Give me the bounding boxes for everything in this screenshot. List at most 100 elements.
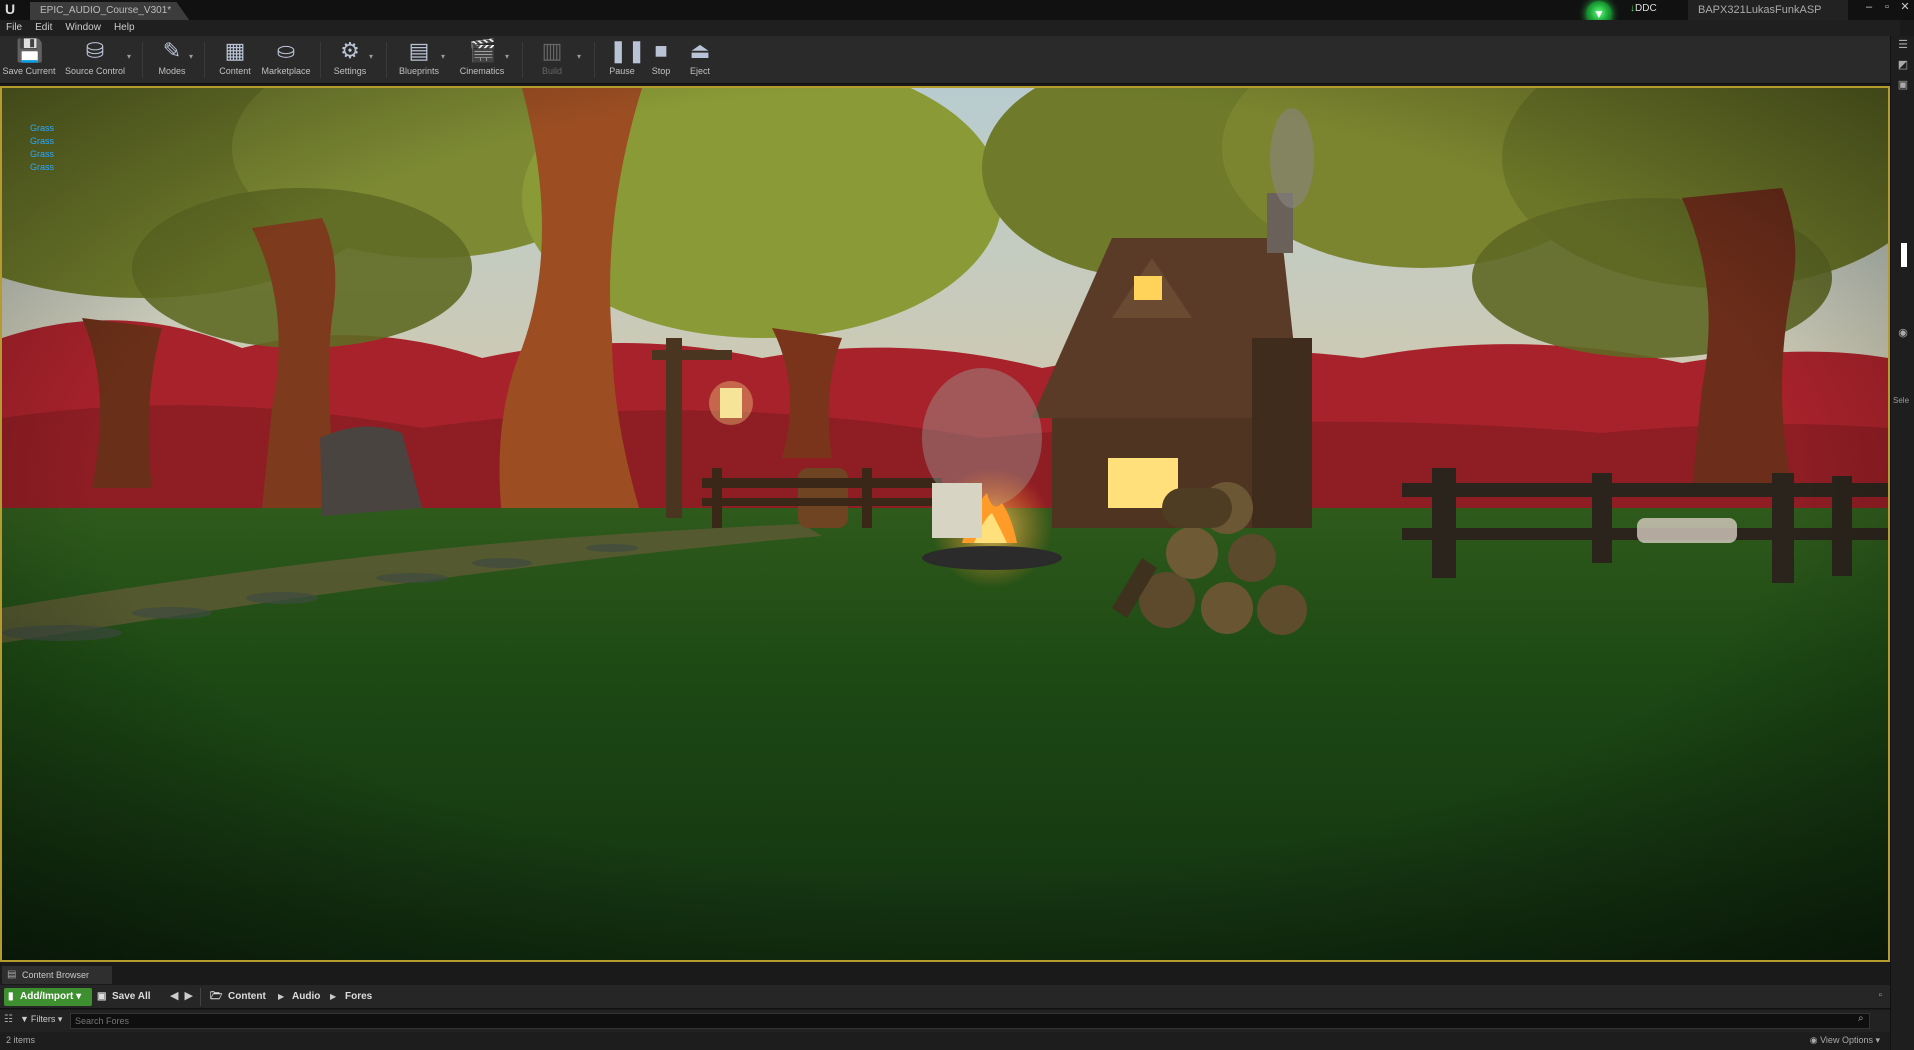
toolbar-separator: [204, 42, 205, 78]
history-nav: ◀▶: [170, 989, 199, 1002]
toolbar-label: Settings: [333, 66, 367, 76]
unreal-logo-icon: U: [4, 1, 16, 17]
content-browser-icon: ▤: [7, 969, 17, 980]
toolbar-separator: [386, 42, 387, 78]
toolbar-separator: [142, 42, 143, 78]
menu-help[interactable]: Help: [108, 20, 142, 36]
settings-icon: ⚙: [340, 38, 360, 63]
level-viewport[interactable]: Grass Grass Grass Grass: [0, 86, 1890, 962]
toolbar-label: Pause: [609, 66, 635, 76]
build-button[interactable]: ▥ Build: [530, 38, 574, 82]
add-import-label: Add/Import: [20, 991, 74, 1002]
breadcrumb-content[interactable]: Content: [228, 988, 266, 1006]
pause-icon: ❚❚: [609, 38, 646, 63]
stop-button[interactable]: ■ Stop: [644, 38, 678, 82]
forward-arrow-icon[interactable]: ▶: [184, 990, 198, 1002]
settings-dropdown-icon[interactable]: ▾: [369, 52, 373, 61]
toolbar-label: Eject: [689, 66, 710, 76]
source-control-dropdown-icon[interactable]: ▾: [127, 52, 131, 61]
cinematics-button[interactable]: 🎬 Cinematics: [456, 38, 508, 82]
blueprints-dropdown-icon[interactable]: ▾: [441, 52, 445, 61]
modes-dropdown-icon[interactable]: ▾: [189, 52, 193, 61]
search-input[interactable]: [70, 1013, 1870, 1029]
stat-line: Grass: [30, 136, 55, 146]
breadcrumb-separator-icon[interactable]: ▶: [278, 988, 284, 1006]
marketplace-button[interactable]: ⛀ Marketplace: [258, 38, 314, 82]
cinematics-dropdown-icon[interactable]: ▾: [505, 52, 509, 61]
view-options-label: View Options: [1820, 1035, 1873, 1045]
content-browser-filterbar: ☷ ▼Filters ▾ ⌕: [0, 1010, 1890, 1032]
eject-icon: ⏏: [689, 38, 711, 63]
filters-button[interactable]: ▼ Filters ▾: [20, 1014, 62, 1025]
toolbar-separator: [522, 42, 523, 78]
breadcrumb-audio[interactable]: Audio: [292, 988, 320, 1006]
window-controls: – ▫ ✕: [1860, 0, 1914, 18]
search-icon[interactable]: ⌕: [1858, 1013, 1864, 1024]
unreal-editor-window: U EPIC_AUDIO_Course_V301* ▼ ↓DDC BAPX321…: [0, 0, 1914, 1050]
project-name: BAPX321LukasFunkASP: [1688, 0, 1848, 20]
viewport-stat-overlay: Grass Grass Grass Grass: [30, 122, 54, 174]
list-icon[interactable]: ☰: [1895, 38, 1911, 52]
toolbar-separator: [594, 42, 595, 78]
eye-icon[interactable]: ◉: [1895, 326, 1911, 340]
marketplace-icon: ⛀: [276, 38, 296, 63]
stat-line: Grass: [30, 149, 55, 159]
toolbar-label: Save Current: [2, 66, 56, 76]
vignette: [2, 88, 1888, 960]
filter-icon: ▼: [20, 1014, 29, 1024]
blueprints-icon: ▤: [408, 38, 430, 63]
items-count: 2 items: [6, 1035, 36, 1045]
blueprints-button[interactable]: ▤ Blueprints: [394, 38, 444, 82]
content-button[interactable]: ▦ Content: [214, 38, 256, 82]
breadcrumb-fores[interactable]: Fores: [345, 988, 372, 1006]
back-arrow-icon[interactable]: ◀: [170, 990, 184, 1002]
menu-file[interactable]: File: [0, 20, 29, 36]
view-options-button[interactable]: ◉ View Options ▾: [1810, 1035, 1880, 1046]
maximize-button[interactable]: ▫: [1878, 0, 1896, 16]
content-browser-tab-label: Content Browser: [22, 970, 90, 980]
menu-edit[interactable]: Edit: [29, 20, 59, 36]
build-icon: ▥: [541, 38, 563, 63]
dock-icon[interactable]: ▫: [1878, 990, 1882, 1001]
details-panel-collapsed: ☰ ◩ ▣ ◉ Sele: [1890, 36, 1914, 1050]
menu-bar: File Edit Window Help: [0, 20, 1900, 36]
content-browser-toolbar: ▮ Add/Import ▾ ▣ Save All ◀▶ 🗁 Content ▶…: [0, 985, 1890, 1009]
toolbar-label: Source Control: [64, 66, 126, 76]
toolbar-label: Marketplace: [261, 66, 311, 76]
settings-button[interactable]: ⚙ Settings: [328, 38, 372, 82]
add-import-button[interactable]: ▮ Add/Import ▾: [4, 988, 92, 1006]
folder-icon[interactable]: 🗁: [210, 988, 222, 1006]
chevron-down-icon: ▾: [1872, 1035, 1880, 1045]
toolbar-label: Modes: [158, 66, 186, 76]
eject-button[interactable]: ⏏ Eject: [682, 38, 718, 82]
game-scene: [2, 88, 1888, 960]
save-current-button[interactable]: 💾 Save Current: [2, 38, 56, 82]
toolbar-label: Stop: [651, 66, 671, 76]
build-dropdown-icon[interactable]: ▾: [577, 52, 581, 61]
layers-icon[interactable]: ▣: [1895, 78, 1911, 92]
selection-label: Sele: [1893, 396, 1910, 405]
ddc-indicator: ↓DDC: [1630, 3, 1657, 14]
minimize-button[interactable]: –: [1860, 0, 1878, 16]
panel-scrollbar[interactable]: [1901, 243, 1907, 267]
save-all-icon: ▣: [97, 991, 107, 1002]
close-button[interactable]: ✕: [1896, 0, 1914, 16]
tool-icon[interactable]: ◩: [1895, 58, 1911, 72]
modes-button[interactable]: ✎ Modes: [152, 38, 192, 82]
document-tab[interactable]: EPIC_AUDIO_Course_V301*: [30, 2, 190, 20]
content-browser-tab[interactable]: ▤ Content Browser: [2, 966, 112, 984]
cinematics-icon: 🎬: [469, 38, 497, 63]
chevron-down-icon: ▾: [76, 991, 82, 1002]
modes-icon: ✎: [162, 38, 182, 63]
breadcrumb-separator-icon[interactable]: ▶: [330, 988, 336, 1006]
sources-toggle-icon[interactable]: ☷: [4, 1014, 13, 1025]
ddc-label: DDC: [1635, 3, 1657, 14]
chevron-down-icon: ▾: [55, 1014, 63, 1024]
content-browser-tabbar: ▤ Content Browser: [0, 965, 1890, 985]
menu-window[interactable]: Window: [59, 20, 108, 36]
save-all-button[interactable]: ▣ Save All: [97, 988, 151, 1006]
save-all-label: Save All: [112, 991, 151, 1002]
pause-button[interactable]: ❚❚ Pause: [604, 38, 646, 82]
source-control-button[interactable]: ⛁ Source Control: [62, 38, 128, 82]
filters-label: Filters: [30, 1014, 56, 1024]
